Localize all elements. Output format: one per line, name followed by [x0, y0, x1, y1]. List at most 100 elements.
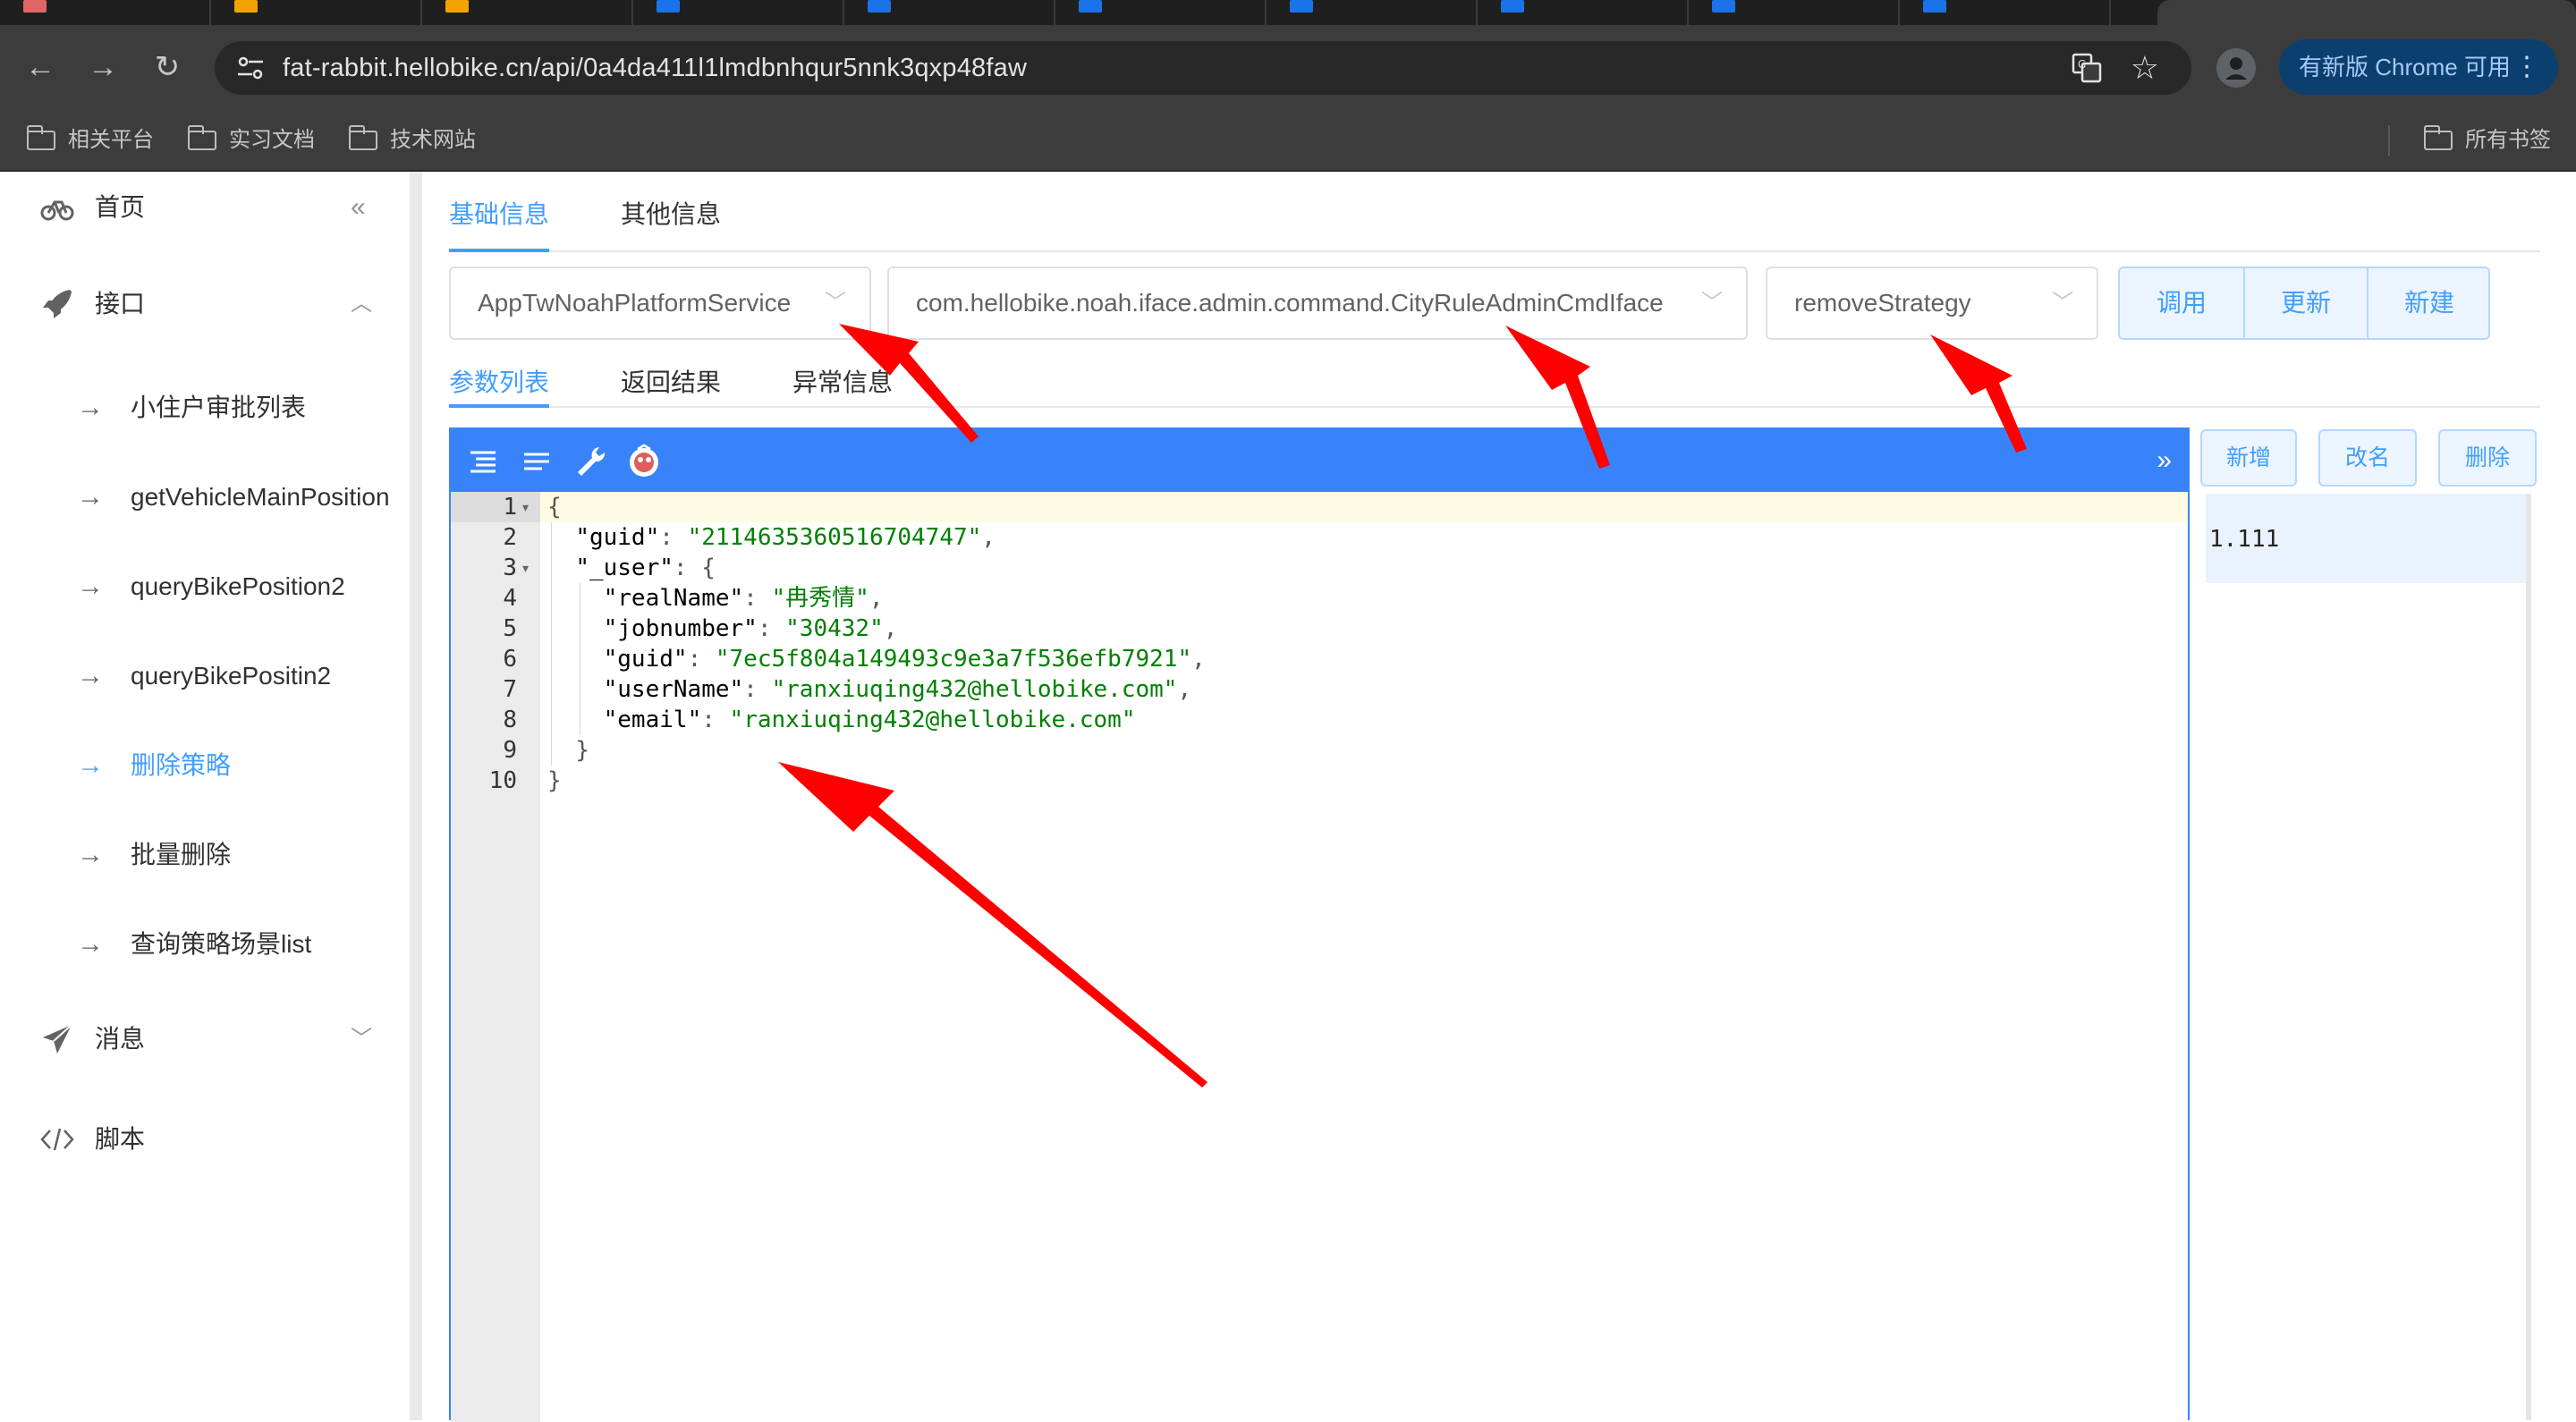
site-info-icon[interactable]: [234, 52, 267, 84]
sidebar-subitem[interactable]: → getVehicleMainPosition: [0, 461, 410, 533]
sidebar-subitem[interactable]: → queryBikePositin2: [0, 640, 410, 712]
arrow-right-icon: →: [77, 661, 104, 690]
repair-icon[interactable]: [626, 444, 662, 479]
bookmark-star-icon[interactable]: ☆: [2131, 48, 2159, 88]
address-bar[interactable]: fat-rabbit.hellobike.cn/api/0a4da411l1lm…: [215, 41, 2191, 95]
code-line[interactable]: "guid": "2114635360516704747",: [547, 522, 996, 553]
chevron-down-icon: ﹀: [825, 291, 846, 315]
tab-active-indicator: [449, 404, 549, 408]
line-number: 2: [503, 524, 517, 551]
active-line-highlight: [540, 492, 2188, 522]
delete-button[interactable]: 删除: [2438, 429, 2537, 487]
all-bookmarks-folder[interactable]: 所有书签: [2424, 125, 2551, 156]
translate-icon[interactable]: G: [2072, 53, 2102, 83]
browser-tab[interactable]: [0, 0, 211, 25]
browser-tab[interactable]: [211, 0, 422, 25]
sidebar-subitem[interactable]: → 查询策略场景list: [0, 909, 410, 980]
arrow-right-icon: →: [77, 840, 104, 869]
update-button[interactable]: 更新: [2243, 268, 2367, 338]
browser-tab-active[interactable]: [2157, 0, 2576, 25]
code-line[interactable]: "guid": "7ec5f804a149493c9e3a7f536efb792…: [547, 644, 1206, 674]
line-number: 8: [503, 707, 517, 733]
tab-other-info[interactable]: 其他信息: [621, 172, 721, 258]
tab-return-result[interactable]: 返回结果: [621, 340, 721, 426]
sidebar-subitem[interactable]: → 批量删除: [0, 819, 410, 891]
sidebar-item-label: 脚本: [95, 1125, 146, 1153]
sidebar-item-message[interactable]: 消息 ﹀: [0, 1003, 410, 1075]
rocket-icon: [43, 290, 72, 318]
code-line[interactable]: "realName": "冉秀情",: [547, 583, 884, 614]
add-param-button[interactable]: 新增: [2200, 429, 2297, 487]
fold-arrow-icon[interactable]: ▾: [522, 492, 529, 522]
forward-icon[interactable]: →: [79, 43, 127, 91]
chevron-down-icon: ﹀: [2052, 291, 2073, 315]
service-select-value: AppTwNoahPlatformService: [478, 289, 792, 317]
code-line[interactable]: }: [547, 735, 589, 766]
json-editor[interactable]: » 1 ▾ 2 3 ▾ 4 5 6 7 8 9 10 { "guid": "21…: [449, 427, 2190, 1422]
code-line[interactable]: }: [547, 766, 562, 796]
collapse-sidebar-icon[interactable]: «: [351, 172, 366, 243]
browser-tab[interactable]: [1267, 0, 1478, 25]
tab-divider: [449, 406, 2540, 408]
code-line[interactable]: "userName": "ranxiuqing432@hellobike.com…: [547, 674, 1191, 705]
reload-icon[interactable]: ↻: [143, 43, 191, 91]
wrench-icon[interactable]: [572, 444, 608, 479]
browser-tab[interactable]: [1900, 0, 2111, 25]
create-button[interactable]: 新建: [2367, 268, 2488, 338]
sidebar-item-label: 消息: [95, 1025, 146, 1053]
fold-arrow-icon[interactable]: ▾: [522, 553, 529, 583]
sidebar-divider: [410, 172, 422, 1420]
bookmark-folder[interactable]: 相关平台: [27, 125, 154, 156]
favicon-icon: [657, 0, 680, 13]
browser-tab[interactable]: [422, 0, 633, 25]
chevron-down-icon[interactable]: ﹀: [351, 1003, 372, 1075]
method-select[interactable]: removeStrategy ﹀: [1766, 267, 2098, 340]
sidebar-item-api[interactable]: 接口 ︿: [0, 268, 410, 340]
url-text[interactable]: fat-rabbit.hellobike.cn/api/0a4da411l1lm…: [283, 41, 1027, 95]
sidebar-subitem[interactable]: → 小住户审批列表: [0, 372, 410, 444]
bookmark-folder[interactable]: 实习文档: [188, 125, 315, 156]
interface-select[interactable]: com.hellobike.noah.iface.admin.command.C…: [887, 267, 1748, 340]
main-tabs: 基础信息 其他信息: [449, 172, 2540, 250]
sidebar-subitem-active[interactable]: → 删除策略: [0, 730, 410, 801]
profile-avatar-icon[interactable]: [2215, 47, 2258, 89]
code-line[interactable]: "jobnumber": "30432",: [547, 614, 898, 644]
service-select[interactable]: AppTwNoahPlatformService ﹀: [449, 267, 871, 340]
arrow-right-icon: →: [77, 571, 104, 601]
invoke-button[interactable]: 调用: [2120, 268, 2243, 338]
chevron-up-icon[interactable]: ︿: [351, 268, 372, 340]
double-chevron-right-icon[interactable]: »: [2157, 429, 2172, 492]
line-number: 6: [503, 646, 517, 673]
back-icon[interactable]: ←: [16, 43, 64, 91]
format-icon[interactable]: [465, 444, 501, 479]
sidebar-item-script[interactable]: 脚本: [0, 1104, 410, 1175]
code-line[interactable]: "email": "ranxiuqing432@hellobike.com": [547, 705, 1136, 735]
compact-icon[interactable]: [519, 444, 555, 479]
chevron-down-icon: ﹀: [1701, 291, 1723, 315]
browser-tab[interactable]: [1689, 0, 1900, 25]
browser-tab[interactable]: [633, 0, 844, 25]
favicon-icon: [1712, 0, 1735, 13]
chrome-update-button[interactable]: 有新版 Chrome 可用 ⋮: [2279, 39, 2558, 95]
method-select-value: removeStrategy: [1794, 289, 1971, 317]
sidebar-item-home[interactable]: 首页 «: [0, 172, 410, 243]
tab-exception-info[interactable]: 异常信息: [792, 340, 893, 426]
browser-tab[interactable]: [844, 0, 1055, 25]
tab-param-list[interactable]: 参数列表: [449, 340, 549, 426]
sidebar-subitem-label: getVehicleMainPosition: [131, 483, 390, 511]
browser-tab[interactable]: [1478, 0, 1689, 25]
bookmark-folder[interactable]: 技术网站: [349, 125, 476, 156]
line-number: 4: [503, 585, 517, 612]
code-line[interactable]: {: [547, 492, 562, 522]
more-menu-icon[interactable]: ⋮: [2513, 39, 2540, 95]
browser-tab[interactable]: [1055, 0, 1267, 25]
list-item[interactable]: 1.111: [2206, 494, 2526, 583]
arrow-right-icon: →: [77, 393, 104, 422]
sidebar-subitem-label: 批量删除: [131, 841, 232, 868]
tab-basic-info[interactable]: 基础信息: [449, 172, 549, 258]
sidebar-subitem[interactable]: → queryBikePosition2: [0, 551, 410, 622]
code-line[interactable]: "_user": {: [547, 553, 716, 583]
rename-button[interactable]: 改名: [2318, 429, 2417, 487]
tab-active-indicator: [449, 249, 549, 252]
interface-select-value: com.hellobike.noah.iface.admin.command.C…: [916, 289, 1664, 317]
